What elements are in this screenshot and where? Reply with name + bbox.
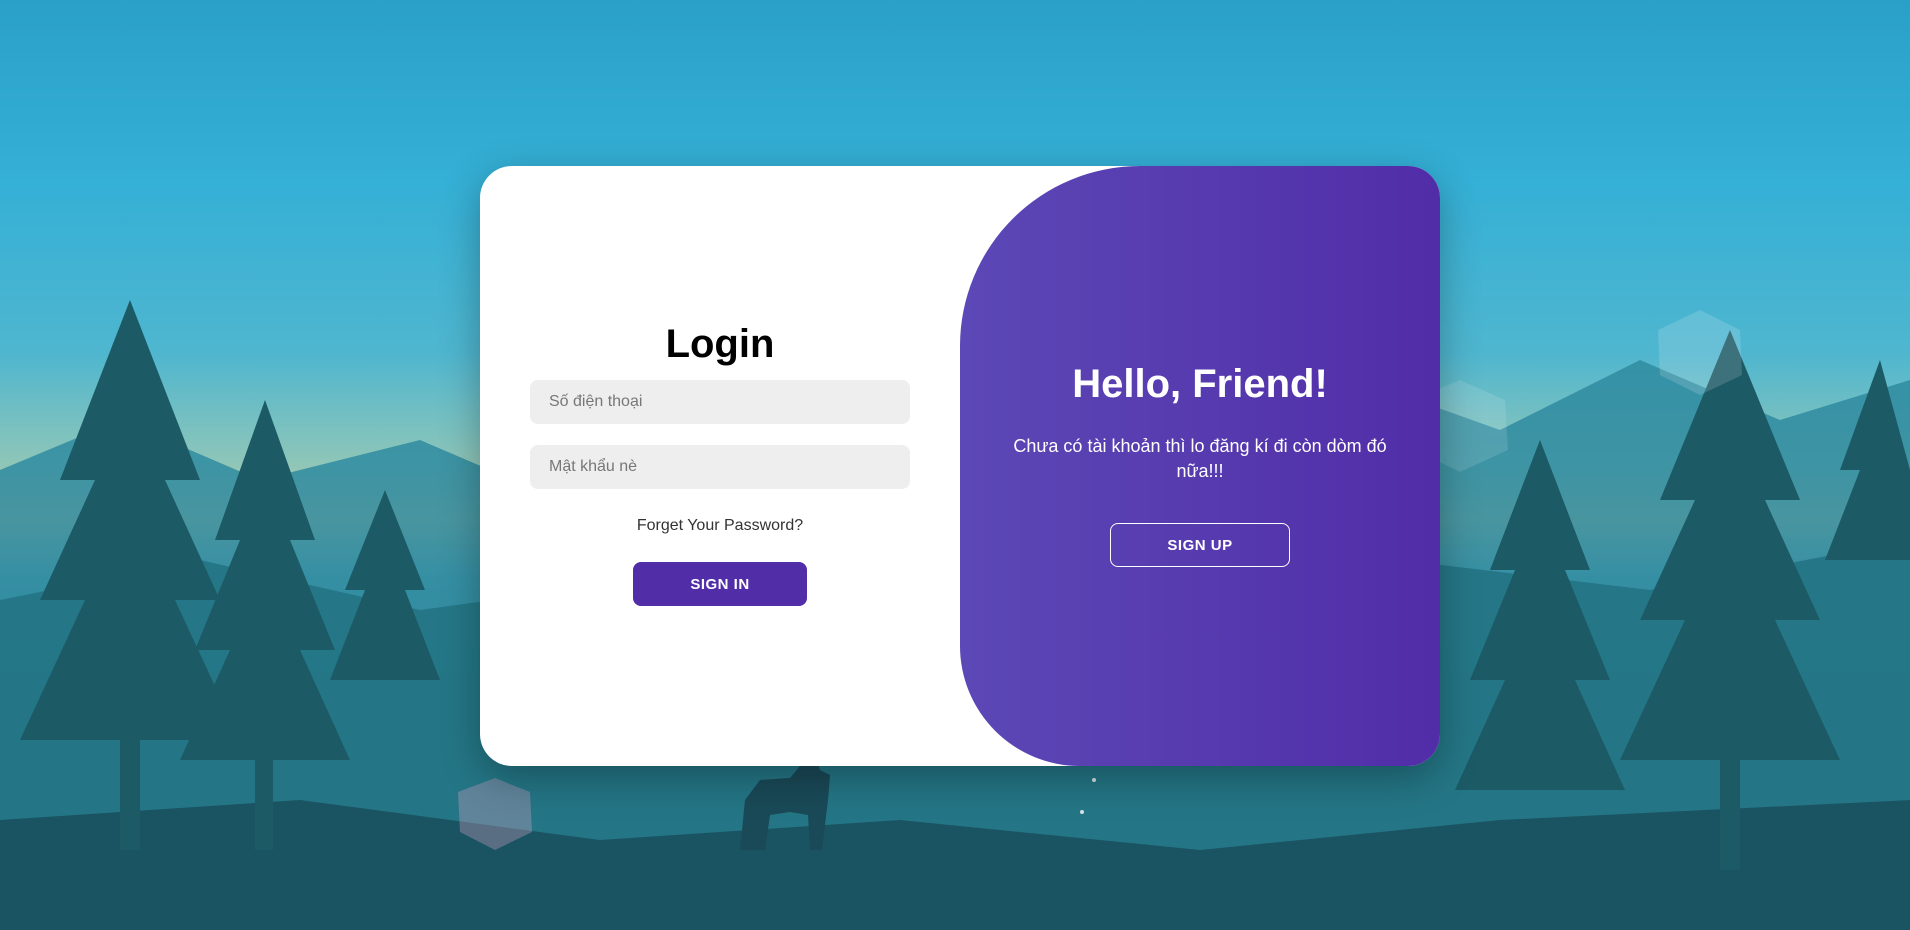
welcome-message: Chưa có tài khoản thì lo đăng kí đi còn … xyxy=(1013,436,1387,481)
forgot-password-link[interactable]: Forget Your Password? xyxy=(480,517,960,535)
password-input[interactable] xyxy=(530,445,910,489)
phone-number-input[interactable] xyxy=(530,380,910,424)
sign-up-button[interactable]: SIGN UP xyxy=(1110,523,1290,567)
welcome-title: Hello, Friend! xyxy=(1072,362,1328,406)
login-title: Login xyxy=(665,322,775,366)
sign-in-button[interactable]: SIGN IN xyxy=(633,562,807,606)
welcome-panel: Hello, Friend! Chưa có tài khoản thì lo … xyxy=(960,166,1440,766)
login-card: Login Forget Your Password? SIGN IN Hell… xyxy=(480,166,1440,766)
page: Login Forget Your Password? SIGN IN Hell… xyxy=(0,0,1910,930)
sign-in-form: Login Forget Your Password? SIGN IN xyxy=(480,166,960,766)
